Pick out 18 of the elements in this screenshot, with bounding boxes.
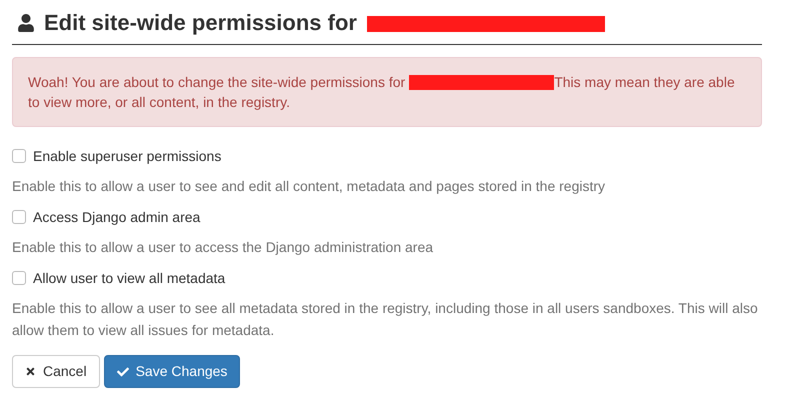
help-text: Enable this to allow a user to see and edit all content, metadata and pages stored in the registry <box>12 177 606 196</box>
checkbox[interactable] <box>12 271 26 285</box>
checkbox[interactable] <box>12 149 26 163</box>
page-title: Edit site-wide permissions for <box>44 9 357 37</box>
close-icon <box>25 366 36 377</box>
checkbox-label: Access Django admin area <box>33 208 200 227</box>
help-text: Enable this to allow a user to access the Django administration area <box>12 238 434 257</box>
checkbox-label: Enable superuser permissions <box>33 146 222 166</box>
checkbox[interactable] <box>12 210 26 224</box>
alert-text: This may mean they are able <box>554 73 735 92</box>
help-text: Enable this to allow a user to see all metadata stored in the registry, including those in all users sandboxes. This will also allow them to view all issues for metadata. <box>12 299 759 340</box>
save-button[interactable]: Save Changes <box>104 355 240 388</box>
check-icon <box>116 366 129 378</box>
alert-text: to view more, or all content, in the registry. <box>28 94 290 110</box>
user-icon <box>18 14 34 32</box>
checkbox-label: Allow user to view all metadata <box>33 268 226 288</box>
alert-text: Woah! You are about to change the site-wide permissions for <box>28 73 406 92</box>
cancel-button[interactable]: Cancel <box>12 355 100 388</box>
